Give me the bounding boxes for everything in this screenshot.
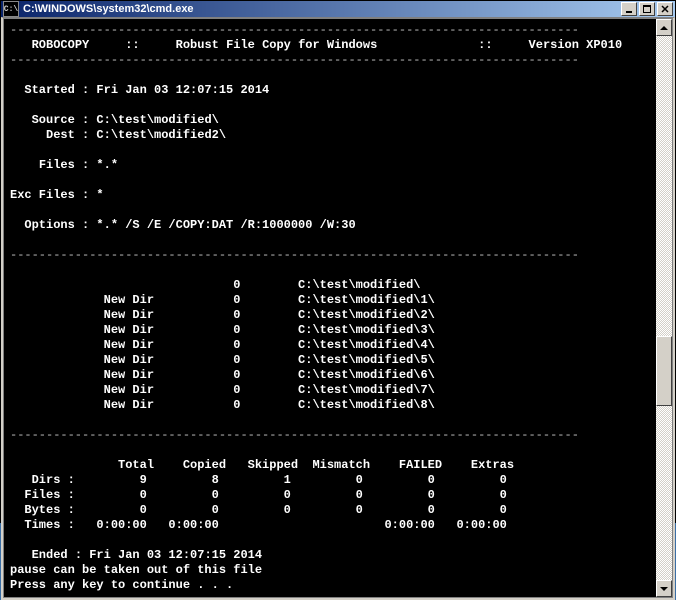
scroll-up-button[interactable]: [656, 19, 672, 36]
vertical-scrollbar[interactable]: [656, 18, 673, 598]
scroll-track[interactable]: [656, 36, 672, 580]
cmd-icon: C:\: [3, 1, 19, 17]
window-title: C:\WINDOWS\system32\cmd.exe: [23, 3, 621, 15]
maximize-button[interactable]: [639, 2, 655, 16]
scroll-down-button[interactable]: [656, 580, 672, 597]
minimize-button[interactable]: [621, 2, 637, 16]
titlebar[interactable]: C:\ C:\WINDOWS\system32\cmd.exe: [1, 1, 675, 17]
chevron-up-icon: [660, 26, 668, 30]
cmd-window: C:\ C:\WINDOWS\system32\cmd.exe --------…: [0, 0, 676, 523]
chevron-down-icon: [660, 587, 668, 591]
scroll-thumb[interactable]: [656, 336, 672, 406]
close-button[interactable]: [657, 2, 673, 16]
console-output: ----------------------------------------…: [3, 18, 656, 598]
